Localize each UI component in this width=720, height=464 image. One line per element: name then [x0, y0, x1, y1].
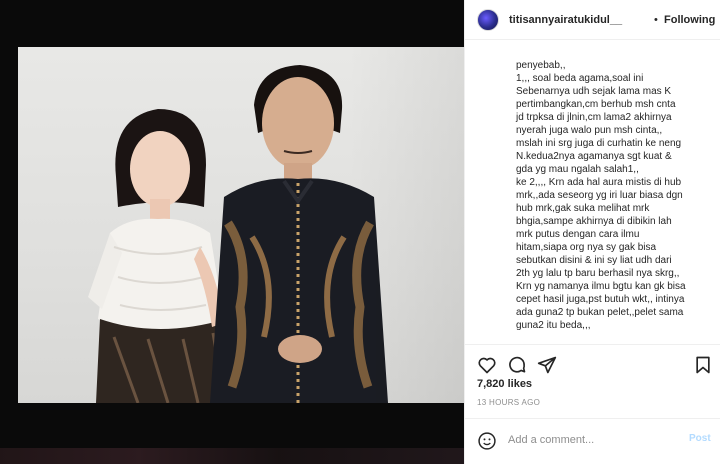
post-timestamp[interactable]: 13 HOURS AGO	[477, 398, 540, 407]
caption-line: gda yg mau ngalah salah1,,	[516, 164, 639, 175]
caption-line: ada guna2 tp bukan pelet,,pelet sama	[516, 307, 684, 318]
caption-line: guna2 itu beda,,,	[516, 320, 591, 331]
caption-line: N.kedua2nya agamanya sgt kuat &	[516, 151, 672, 162]
caption-line: pertimbangkan,cm berhub msh cnta	[516, 99, 676, 110]
caption-line: penyebab,,	[516, 60, 566, 71]
like-count[interactable]: 7,820 likes	[477, 378, 532, 390]
caption-line: hitam,siapa org nya sy gak bisa	[516, 242, 657, 253]
caption: penyebab,, 1,,, soal beda agama,soal ini…	[465, 40, 720, 344]
paper-plane-icon[interactable]	[537, 355, 557, 375]
backdrop	[0, 448, 464, 464]
caption-line: cepet hasil juga,pst butuh wkt,, intinya	[516, 294, 685, 305]
caption-line: sebutkan disini & ini sy liat udh dari	[516, 255, 672, 266]
caption-line: mslah ini srg juga di curhatin ke neng	[516, 138, 682, 149]
caption-line: Sebenarnya udh sejak lama mas K	[516, 86, 672, 97]
comment-bubble-icon[interactable]	[507, 355, 527, 375]
username[interactable]: titisannyairatukidul__	[509, 14, 622, 26]
caption-line: 1,,, soal beda agama,soal ini	[516, 73, 644, 84]
comment-bar: Post	[465, 418, 720, 464]
caption-line: nyerah juga walo pun msh cinta,,	[516, 125, 663, 136]
heart-icon[interactable]	[477, 355, 497, 375]
caption-line: mrk,,ada seseorg yg iri luar biasa dgn	[516, 190, 683, 201]
photo-background-shadow	[348, 47, 464, 403]
following-button[interactable]: Following	[664, 14, 715, 26]
caption-line: 2th yg lalu tp baru berhasil nya skrg,,	[516, 268, 680, 279]
header-separator: •	[654, 14, 658, 26]
caption-line: Krn yg namanya ilmu bgtu kan gk bisa	[516, 281, 686, 292]
comment-input[interactable]	[508, 430, 678, 450]
caption-line: hub mrk,gak suka melihat mrk	[516, 203, 650, 214]
caption-line: mrk putus dengan cara ilmu	[516, 229, 640, 240]
post-photo[interactable]	[18, 47, 464, 403]
avatar[interactable]	[477, 9, 499, 31]
smiley-icon[interactable]	[477, 431, 497, 451]
caption-line: ke 2,,,, Krn ada hal aura mistis di hub	[516, 177, 682, 188]
post-header: titisannyairatukidul__ • Following	[465, 0, 720, 40]
post-comment-button[interactable]: Post	[689, 433, 711, 444]
post-detail-panel: titisannyairatukidul__ • Following penye…	[464, 0, 720, 464]
bookmark-icon[interactable]	[693, 355, 713, 375]
caption-line: jd trpksa di jlnin,cm lama2 akhirnya	[516, 112, 672, 123]
caption-line: bhgia,sampe akhirnya di dibikin lah	[516, 216, 672, 227]
